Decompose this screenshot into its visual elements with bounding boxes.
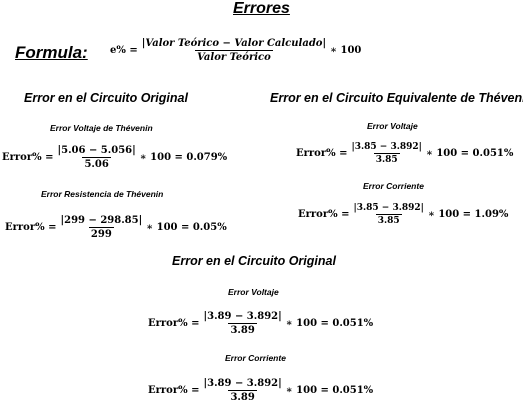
equation-lhs: Error% = [148, 385, 200, 396]
equation-voltaje-equivalente: Error% = |3.85 − 3.892| 3.85 ∗ 100 = 0.0… [296, 142, 513, 165]
equation-corriente-equivalente: Error% = |3.85 − 3.892| 3.85 ∗ 100 = 1.0… [298, 203, 508, 226]
formula-denominator: Valor Teórico [195, 50, 273, 63]
equation-lhs: Error% = [296, 148, 348, 159]
equation-rhs: ∗ 100 = 0.051% [285, 318, 374, 329]
equation-resistencia-thevenin: Error% = |299 − 298.85| 299 ∗ 100 = 0.05… [5, 215, 227, 240]
equation-rhs: ∗ 100 = 0.05% [146, 222, 227, 233]
formula-rhs: ∗ 100 [330, 45, 362, 56]
section-heading-original: Error en el Circuito Original [24, 91, 188, 105]
equation-voltaje-thevenin: Error% = |5.06 − 5.056| 5.06 ∗ 100 = 0.0… [2, 145, 227, 170]
section-heading-equivalent: Error en el Circuito Equivalente de Thév… [270, 91, 523, 105]
formula-label: Formula: [15, 43, 88, 62]
equation-corriente-original: Error% = |3.89 − 3.892| 3.89 ∗ 100 = 0.0… [148, 378, 373, 403]
equation-denominator: 3.89 [228, 390, 257, 403]
label-error-voltaje: Error Voltaje [367, 121, 418, 131]
label-error-voltaje-thevenin: Error Voltaje de Thévenin [50, 123, 153, 133]
equation-lhs: Error% = [298, 209, 350, 220]
equation-numerator: |3.89 − 3.892| [203, 311, 282, 322]
general-formula: e% = |Valor Teórico − Valor Calculado| V… [110, 38, 361, 63]
equation-fraction: |3.89 − 3.892| 3.89 [201, 311, 283, 336]
page-title: Errores [233, 0, 290, 17]
equation-rhs: ∗ 100 = 0.051% [425, 148, 514, 159]
equation-fraction: |299 − 298.85| 299 [58, 215, 144, 240]
equation-lhs: Error% = [2, 152, 54, 163]
equation-denominator: 3.89 [228, 323, 257, 336]
equation-rhs: ∗ 100 = 0.051% [285, 385, 374, 396]
label-error-corriente: Error Corriente [225, 353, 286, 363]
equation-numerator: |3.89 − 3.892| [203, 378, 282, 389]
formula-fraction: |Valor Teórico − Valor Calculado| Valor … [140, 38, 328, 63]
label-error-corriente: Error Corriente [363, 181, 424, 191]
section-heading-original-2: Error en el Circuito Original [172, 254, 336, 268]
equation-lhs: Error% = [5, 222, 57, 233]
equation-denominator: 3.85 [375, 214, 402, 226]
equation-rhs: ∗ 100 = 0.079% [139, 152, 228, 163]
equation-fraction: |3.89 − 3.892| 3.89 [201, 378, 283, 403]
equation-denominator: 5.06 [82, 157, 111, 170]
equation-numerator: |299 − 298.85| [60, 215, 143, 226]
equation-denominator: 299 [88, 227, 114, 240]
equation-rhs: ∗ 100 = 1.09% [427, 209, 509, 220]
equation-voltaje-original: Error% = |3.89 − 3.892| 3.89 ∗ 100 = 0.0… [148, 311, 373, 336]
label-error-voltaje: Error Voltaje [228, 287, 279, 297]
equation-lhs: Error% = [148, 318, 200, 329]
equation-fraction: |3.85 − 3.892| 3.85 [351, 203, 425, 226]
equation-denominator: 3.85 [373, 153, 400, 165]
equation-numerator: |3.85 − 3.892| [351, 142, 422, 152]
equation-fraction: |3.85 − 3.892| 3.85 [349, 142, 423, 165]
formula-numerator: |Valor Teórico − Valor Calculado| [141, 38, 327, 49]
equation-fraction: |5.06 − 5.056| 5.06 [55, 145, 137, 170]
equation-numerator: |5.06 − 5.056| [57, 145, 136, 156]
equation-numerator: |3.85 − 3.892| [353, 203, 424, 213]
formula-lhs: e% = [110, 45, 138, 56]
label-error-resistencia-thevenin: Error Resistencia de Thévenin [41, 189, 164, 199]
